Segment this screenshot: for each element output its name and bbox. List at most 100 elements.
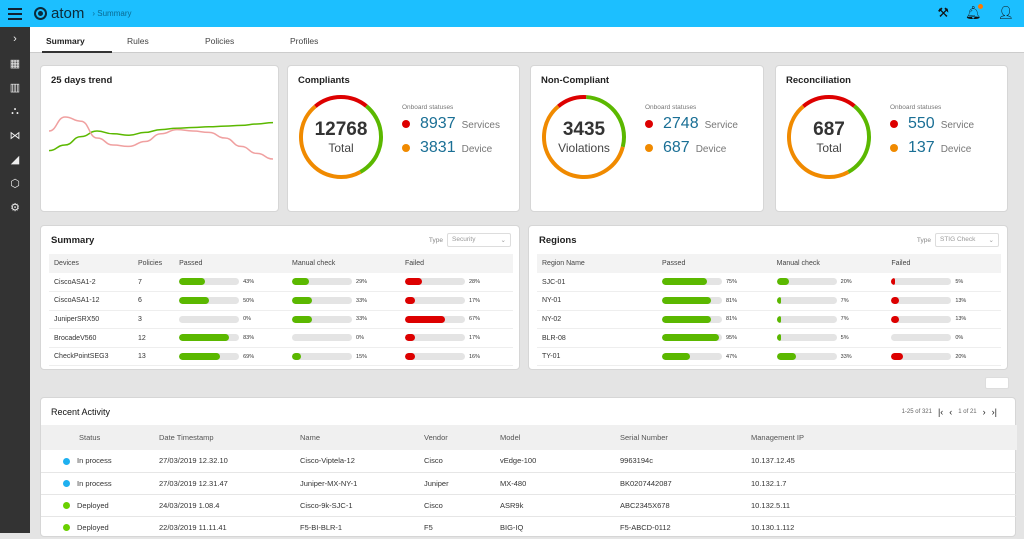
bell-icon[interactable]: 🔔︎: [965, 4, 984, 21]
column-header[interactable]: Devices: [49, 254, 133, 273]
table-row[interactable]: TY-01 47% 33% 20%: [537, 347, 1001, 367]
dashboard-icon[interactable]: ▦: [0, 51, 30, 75]
column-header[interactable]: Passed: [657, 254, 772, 273]
table-row[interactable]: NY-01 81% 7% 13%: [537, 291, 1001, 311]
table-row[interactable]: NY-02 81% 7% 13%: [537, 310, 1001, 330]
column-header[interactable]: Region Name: [537, 254, 657, 273]
percent-label: 33%: [840, 353, 852, 360]
column-header[interactable]: Date Timestamp: [159, 425, 300, 450]
app-name: atom: [51, 5, 85, 22]
status-text: In process: [77, 478, 112, 488]
model-cell: BIG-IQ: [500, 516, 620, 539]
column-header[interactable]: Vendor: [424, 425, 500, 450]
status-text: In process: [77, 456, 112, 466]
model-cell: MX-480: [500, 472, 620, 495]
settings-icon[interactable]: ⚙: [0, 195, 30, 219]
progress-bar: [292, 315, 353, 323]
region-name: TY-01: [537, 347, 657, 367]
network-icon[interactable]: ⋈: [0, 123, 30, 147]
legend-label: Device: [461, 144, 493, 155]
chevron-right-icon[interactable]: ›: [0, 27, 30, 51]
progress-bar: [404, 353, 465, 360]
table-row[interactable]: Deployed 24/03/2019 1.08.4 Cisco-9k-SJC-1 C…: [41, 494, 1017, 517]
column-header[interactable]: Management IP: [751, 425, 1017, 450]
column-header[interactable]: Policies: [132, 254, 175, 273]
table-row[interactable]: CiscoASA1-2 7 43% 29% 28%: [49, 273, 513, 293]
tag-icon[interactable]: ◢: [0, 147, 30, 171]
next-page-icon[interactable]: ›: [983, 407, 986, 417]
progress-bar: [776, 334, 837, 342]
progress-bar: [292, 334, 353, 342]
percent-label: 16%: [468, 353, 480, 360]
status-dot: [645, 120, 653, 128]
percent-label: 13%: [955, 297, 967, 304]
column-header[interactable]: Manual check: [771, 254, 887, 273]
column-header[interactable]: Status: [41, 425, 159, 450]
column-header[interactable]: Model: [500, 425, 620, 450]
last-page-icon[interactable]: ›|: [992, 407, 997, 417]
atom-logo-icon: [34, 7, 47, 20]
progress-bar: [662, 315, 722, 323]
column-header[interactable]: Name: [300, 425, 424, 450]
table-row[interactable]: BrocadeV560 12 83% 0% 17%: [49, 328, 513, 348]
serial-cell: F5-ABCD-0112: [620, 516, 751, 539]
topology-icon[interactable]: ⛬: [0, 99, 30, 123]
app-logo[interactable]: atom: [34, 5, 84, 22]
tab-policies[interactable]: Policies: [205, 27, 290, 53]
column-header[interactable]: Serial Number: [620, 425, 751, 450]
device-name: JuniperSRX50: [49, 310, 133, 330]
card-title: Recent Activity: [51, 407, 111, 417]
date-cell: 27/03/2019 12.32.10: [159, 450, 300, 473]
prev-page-icon[interactable]: ‹: [949, 407, 952, 417]
tab-profiles[interactable]: Profiles: [290, 27, 370, 53]
date-cell: 22/03/2019 11.11.41: [159, 516, 300, 539]
progress-bar: [776, 297, 837, 305]
region-name: NY-01: [537, 291, 657, 311]
type-value: STIG Check: [940, 236, 976, 243]
policies-count: 12: [132, 328, 175, 348]
progress-bar: [776, 278, 837, 286]
table-row[interactable]: In process 27/03/2019 12.31.47 Juniper-MX-…: [41, 472, 1017, 495]
percent-label: 0%: [356, 334, 364, 341]
summary-card: Summary Type Security ⌄ Devices Policies Pas…: [40, 225, 520, 370]
type-label: Type: [916, 236, 931, 244]
table-row[interactable]: Deployed 22/03/2019 11.11.41 F5-BI-BLR-1 F5…: [41, 516, 1017, 539]
tab-summary[interactable]: Summary: [42, 27, 112, 53]
trend-line-1: [48, 116, 274, 160]
percent-label: 81%: [726, 297, 738, 304]
user-icon[interactable]: 👤︎: [997, 5, 1014, 21]
column-header[interactable]: Failed: [399, 254, 513, 273]
type-label: Type: [428, 236, 443, 244]
percent-label: 17%: [468, 334, 480, 341]
progress-bar: [662, 334, 722, 342]
progress-bar: [292, 297, 353, 305]
tab-rules[interactable]: Rules: [127, 27, 205, 53]
table-row[interactable]: SJC-01 75% 20% 5%: [537, 273, 1001, 293]
card-title: Regions: [539, 235, 577, 246]
column-header[interactable]: Passed: [174, 254, 288, 273]
percent-label: 83%: [243, 334, 255, 341]
table-row[interactable]: BLR-08 95% 5% 0%: [537, 328, 1001, 348]
expand-button[interactable]: [985, 377, 1009, 389]
progress-bar: [179, 315, 240, 323]
type-select[interactable]: STIG Check ⌄: [935, 233, 999, 247]
regions-card: Regions Type STIG Check ⌄ Region Name Passe…: [528, 225, 1008, 370]
chart-icon[interactable]: ▥: [0, 75, 30, 99]
type-select[interactable]: Security ⌄: [447, 233, 511, 247]
table-row[interactable]: CheckPointSEG3 13 69% 15% 16%: [49, 347, 513, 367]
percent-label: 69%: [243, 353, 255, 360]
cube-icon[interactable]: ⬡: [0, 171, 30, 195]
donut-card-compliants: Compliants 12768 Total Onboard statuses 89…: [287, 65, 520, 212]
hamburger-icon[interactable]: [0, 0, 30, 27]
column-header[interactable]: Manual check: [287, 254, 400, 273]
first-page-icon[interactable]: |‹: [938, 407, 943, 417]
column-header[interactable]: Failed: [886, 254, 1001, 273]
vendor-cell: Cisco: [424, 494, 500, 517]
table-row[interactable]: JuniperSRX50 3 0% 33% 67%: [49, 310, 513, 330]
name-cell: F5-BI-BLR-1: [300, 516, 424, 539]
table-row[interactable]: In process 27/03/2019 12.32.10 Cisco-Vipte…: [41, 450, 1017, 473]
card-title: Compliants: [298, 75, 350, 86]
gavel-icon[interactable]: ⚒: [937, 5, 949, 21]
table-row[interactable]: CiscoASA1-12 6 50% 33% 17%: [49, 291, 513, 311]
progress-bar: [404, 297, 465, 305]
